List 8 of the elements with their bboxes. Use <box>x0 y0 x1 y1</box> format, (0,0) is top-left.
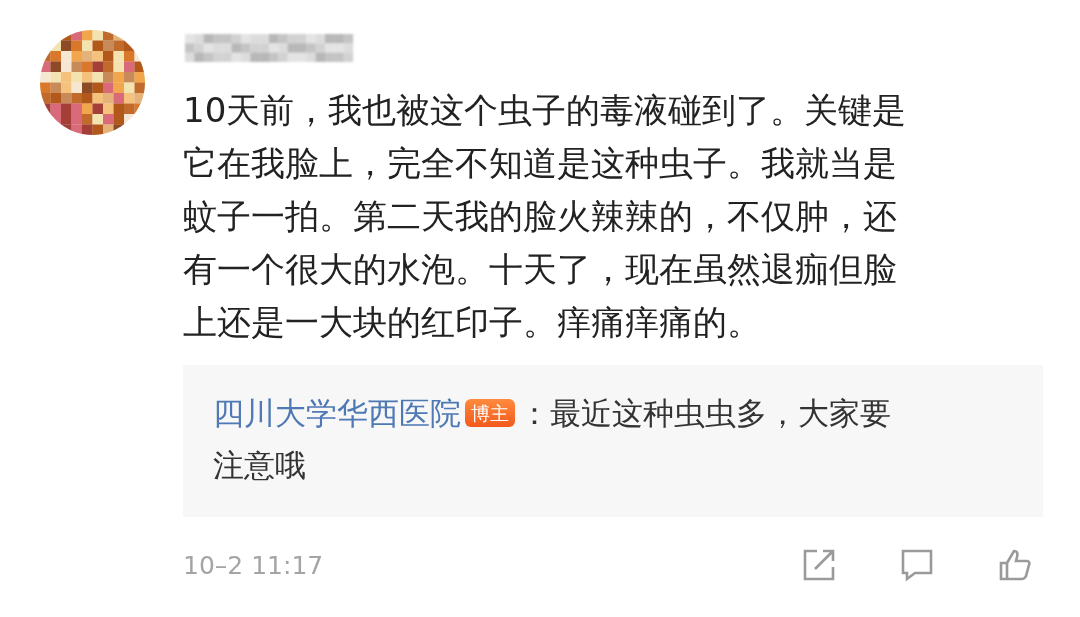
comment-icon[interactable] <box>899 547 935 583</box>
thumbs-up-icon[interactable] <box>997 547 1033 583</box>
reply-text: 四川大学华西医院 博主 ：最近这种虫虫多，大家要 注意哦 <box>213 394 892 485</box>
blogger-badge: 博主 <box>465 399 515 427</box>
comment-text: 10天前，我也被这个虫子的毒液碰到了。关键是 它在我脸上，完全不知道是这种虫子。我就当是 蚊子一拍。第二天我的脸火辣辣的，不仅肿，还 有一个很大的水泡。十天了，现在虽然退痂但脸 上还是一大块的红印子。痒痛痒痛的。 <box>183 89 908 344</box>
comment-time: 10–2 11:17 <box>183 550 324 580</box>
share-icon[interactable] <box>801 547 837 583</box>
author-link[interactable]: 四川大学华西医院 <box>213 395 461 431</box>
